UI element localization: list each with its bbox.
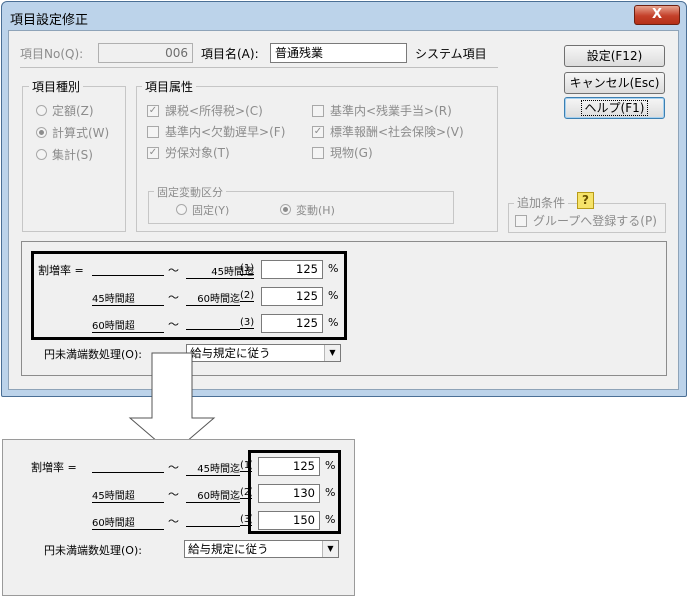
check-standard-pay-label: 標準報酬<社会保険>(V) [330,125,464,139]
check-labor-insurance[interactable]: ✓ [147,147,159,159]
check-in-kind[interactable] [312,147,324,159]
check-absence[interactable] [147,126,159,138]
rate-row2-from: 45時間超 [92,290,164,306]
extra-condition-title: 追加条件 [514,194,569,211]
radio-total[interactable] [36,149,47,160]
rate-row3-idx: (3) [240,317,255,329]
after-row2-to: 60時間迄 [186,487,240,503]
after-row1-to: 45時間迄 [186,460,240,476]
system-item-label: システム項目 [415,47,487,61]
after-row1-idx: (1) [240,460,252,472]
after-row3-to-line [186,526,240,527]
check-labor-insurance-label: 労保対象(T) [165,146,230,160]
after-row3-from: 60時間超 [92,514,164,530]
check-group-register-label: グループへ登録する(P) [533,214,657,228]
check-overtime-base-label: 基準内<残業手当>(R) [330,104,452,118]
check-overtime-base[interactable] [312,105,324,117]
item-attr-title: 項目属性 [142,78,197,95]
after-row1-from-line [92,472,164,473]
item-no-field: 006 [98,43,193,63]
check-taxable[interactable]: ✓ [147,105,159,117]
settings-button[interactable]: 設定(F12) [564,45,665,67]
radio-formula[interactable] [36,127,47,138]
header-divider [20,67,498,68]
after-row1-unit: % [325,459,336,472]
after-row1-input[interactable]: 125 [258,457,320,476]
after-row3-unit: % [325,513,336,526]
after-rounding-select[interactable]: 給与規定に従う ▼ [184,540,339,558]
rate-row2-tilde: ～ [168,291,179,304]
after-row2-input[interactable]: 130 [258,484,320,503]
after-row1-tilde: ～ [168,461,179,474]
after-row3-idx: (3) [240,514,252,526]
check-in-kind-label: 現物(G) [330,146,373,160]
after-row2-idx: (2) [240,487,252,499]
radio-variable-label: 変動(H) [296,204,335,217]
help-hint-icon[interactable]: ? [577,192,594,209]
radio-formula-label: 計算式(W) [52,126,110,140]
item-name-label: 項目名(A): [201,47,259,61]
after-row3-tilde: ～ [168,515,179,528]
rate-row2-unit: % [328,289,339,302]
chevron-down-icon: ▼ [322,541,338,557]
dialog-title: 項目設定修正 [10,13,89,28]
radio-fixed-amount[interactable] [36,105,47,116]
radio-fixed-label: 固定(Y) [192,204,230,217]
rate-row3-tilde: ～ [168,318,179,331]
item-type-title: 項目種別 [29,78,84,95]
rate-row2-input[interactable]: 125 [261,287,323,306]
radio-fixed[interactable] [176,204,187,215]
rate-label: 割増率 = [38,264,84,277]
item-no-label: 項目No(Q): [20,47,84,61]
rate-row1-unit: % [328,262,339,275]
chevron-down-icon: ▼ [324,345,340,361]
check-taxable-label: 課税<所得税>(C) [165,104,263,118]
rate-row1-input[interactable]: 125 [261,260,323,279]
check-absence-label: 基準内<欠勤遅早>(F) [165,125,286,139]
cancel-button[interactable]: キャンセル(Esc) [564,72,665,94]
rate-row1-tilde: ～ [168,264,179,277]
help-button-label: ヘルプ(F1) [580,100,649,116]
radio-fixed-amount-label: 定額(Z) [52,104,94,118]
after-row3-input[interactable]: 150 [258,511,320,530]
close-button[interactable]: X [634,5,680,25]
after-rounding-label: 円未満端数処理(O): [44,544,142,557]
check-group-register[interactable] [515,215,527,227]
help-button[interactable]: ヘルプ(F1) [564,97,665,119]
rate-row3-to-line [186,329,240,330]
after-rounding-select-value: 給与規定に従う [188,542,269,556]
rate-row3-from: 60時間超 [92,317,164,333]
radio-variable[interactable] [280,204,291,215]
rate-row1-idx: (1) [240,263,255,275]
radio-total-label: 集計(S) [52,148,93,162]
rate-row3-input[interactable]: 125 [261,314,323,333]
after-rate-label: 割増率 = [31,461,77,474]
rate-row2-idx: (2) [240,290,255,302]
item-name-input[interactable]: 普通残業 [270,43,407,63]
rate-row1-from-line [92,275,164,276]
check-standard-pay[interactable]: ✓ [312,126,324,138]
after-row2-unit: % [325,486,336,499]
rate-row3-unit: % [328,316,339,329]
after-row2-from: 45時間超 [92,487,164,503]
rate-row2-to: 60時間迄 [186,290,240,306]
after-row2-tilde: ～ [168,488,179,501]
fixed-variable-title: 固定変動区分 [154,184,226,200]
